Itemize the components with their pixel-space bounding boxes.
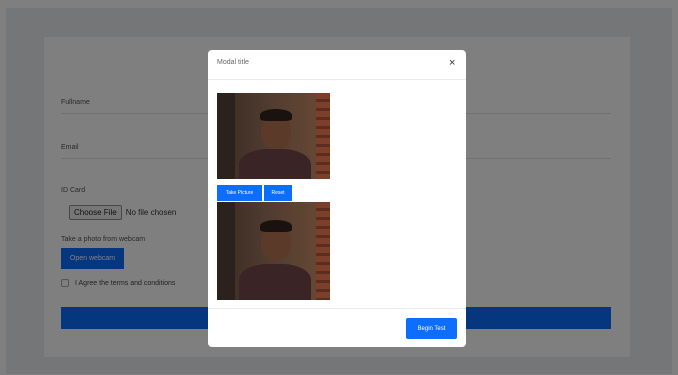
webcam-live-feed bbox=[217, 93, 330, 179]
reset-button[interactable]: Reset bbox=[264, 185, 292, 201]
modal-begin-test-button[interactable]: Begin Test bbox=[406, 318, 457, 339]
photo-shelf bbox=[316, 202, 330, 300]
feed-person-hair bbox=[260, 109, 292, 121]
photo-person-hair bbox=[260, 220, 292, 232]
feed-person-body bbox=[239, 149, 311, 179]
webcam-modal: Modal title × Take Picture Reset Begin T… bbox=[208, 50, 466, 347]
captured-photo bbox=[217, 202, 330, 300]
photo-wall bbox=[217, 202, 235, 300]
photo-person-body bbox=[239, 264, 311, 300]
feed-shelf bbox=[316, 93, 330, 179]
modal-title: Modal title bbox=[217, 59, 249, 66]
modal-header: Modal title × bbox=[208, 50, 466, 80]
modal-footer-divider bbox=[208, 308, 466, 309]
take-picture-button[interactable]: Take Picture bbox=[217, 185, 262, 201]
close-icon[interactable]: × bbox=[449, 58, 455, 69]
feed-wall bbox=[217, 93, 235, 179]
